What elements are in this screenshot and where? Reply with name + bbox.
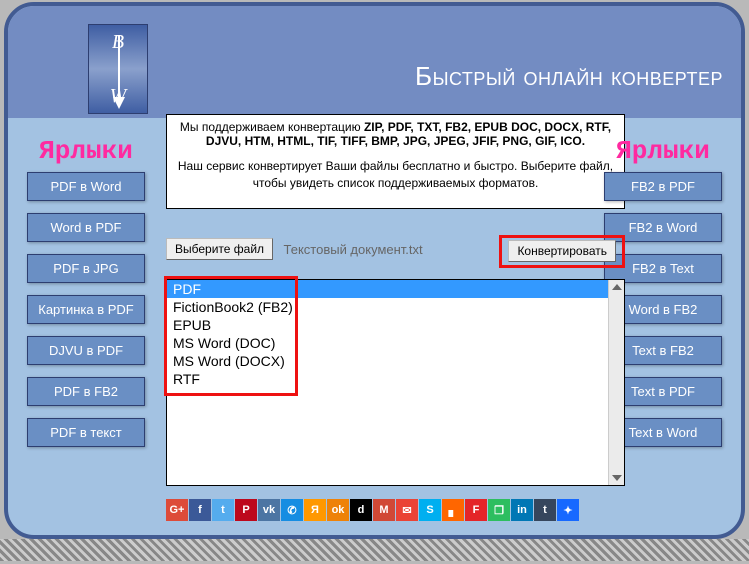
share-icon[interactable]: P xyxy=(235,499,257,521)
shortcut-left-5[interactable]: PDF в FB2 xyxy=(27,377,145,406)
shortcut-left-2[interactable]: PDF в JPG xyxy=(27,254,145,283)
share-icon[interactable]: M xyxy=(373,499,395,521)
format-option[interactable]: PDF xyxy=(167,280,608,298)
share-icon[interactable]: F xyxy=(465,499,487,521)
shortcut-left-4[interactable]: DJVU в PDF xyxy=(27,336,145,365)
shortcut-left-1[interactable]: Word в PDF xyxy=(27,213,145,242)
format-option[interactable]: RTF xyxy=(167,370,608,388)
sidebar-right-title: Ярлыки xyxy=(598,136,728,166)
logo-letter-bottom: W xyxy=(89,85,147,107)
convert-button[interactable]: Конвертировать xyxy=(508,240,616,262)
share-icon[interactable]: ❐ xyxy=(488,499,510,521)
sidebar-left-title: Ярлыки xyxy=(21,136,151,166)
footer-pattern xyxy=(0,539,749,561)
share-icon[interactable]: ▖ xyxy=(442,499,464,521)
share-icon[interactable]: ✆ xyxy=(281,499,303,521)
format-option[interactable]: FictionBook2 (FB2) xyxy=(167,298,608,316)
share-icon[interactable]: d xyxy=(350,499,372,521)
convert-highlight: Конвертировать xyxy=(499,235,625,268)
shortcut-left-0[interactable]: PDF в Word xyxy=(27,172,145,201)
selected-filename: Текстовый документ.txt xyxy=(284,242,423,257)
shortcut-left-3[interactable]: Картинка в PDF xyxy=(27,295,145,324)
format-listbox[interactable]: PDFFictionBook2 (FB2)EPUBMS Word (DOC)MS… xyxy=(166,279,625,486)
info-prefix: Мы поддерживаем конвертацию xyxy=(180,120,364,134)
listbox-scrollbar[interactable] xyxy=(608,280,624,485)
share-icon[interactable]: S xyxy=(419,499,441,521)
share-icon[interactable]: ✦ xyxy=(557,499,579,521)
share-icon[interactable]: t xyxy=(212,499,234,521)
share-icon[interactable]: ok xyxy=(327,499,349,521)
share-icon[interactable]: G+ xyxy=(166,499,188,521)
share-icon[interactable]: ✉ xyxy=(396,499,418,521)
share-icon[interactable]: vk xyxy=(258,499,280,521)
upload-controls: Выберите файл Текстовый документ.txt Кон… xyxy=(166,238,625,264)
share-icon[interactable]: in xyxy=(511,499,533,521)
format-option[interactable]: EPUB xyxy=(167,316,608,334)
info-line2: Наш сервис конвертирует Ваши файлы беспл… xyxy=(175,158,616,192)
share-icon[interactable]: Я xyxy=(304,499,326,521)
format-option[interactable]: MS Word (DOC) xyxy=(167,334,608,352)
site-logo: B W xyxy=(88,24,148,114)
share-icon[interactable]: f xyxy=(189,499,211,521)
sidebar-left: Ярлыки PDF в Word Word в PDF PDF в JPG Карт… xyxy=(21,136,151,459)
shortcut-right-0[interactable]: FB2 в PDF xyxy=(604,172,722,201)
shortcut-left-6[interactable]: PDF в текст xyxy=(27,418,145,447)
share-bar: G+ftPvk✆ЯokdM✉S▖F❐int✦ xyxy=(166,499,625,521)
choose-file-button[interactable]: Выберите файл xyxy=(166,238,273,260)
share-icon[interactable]: t xyxy=(534,499,556,521)
info-panel: Мы поддерживаем конвертацию ZIP, PDF, TX… xyxy=(166,114,625,209)
site-title: Быстрый онлайн конвертер xyxy=(415,61,723,92)
format-option[interactable]: MS Word (DOCX) xyxy=(167,352,608,370)
